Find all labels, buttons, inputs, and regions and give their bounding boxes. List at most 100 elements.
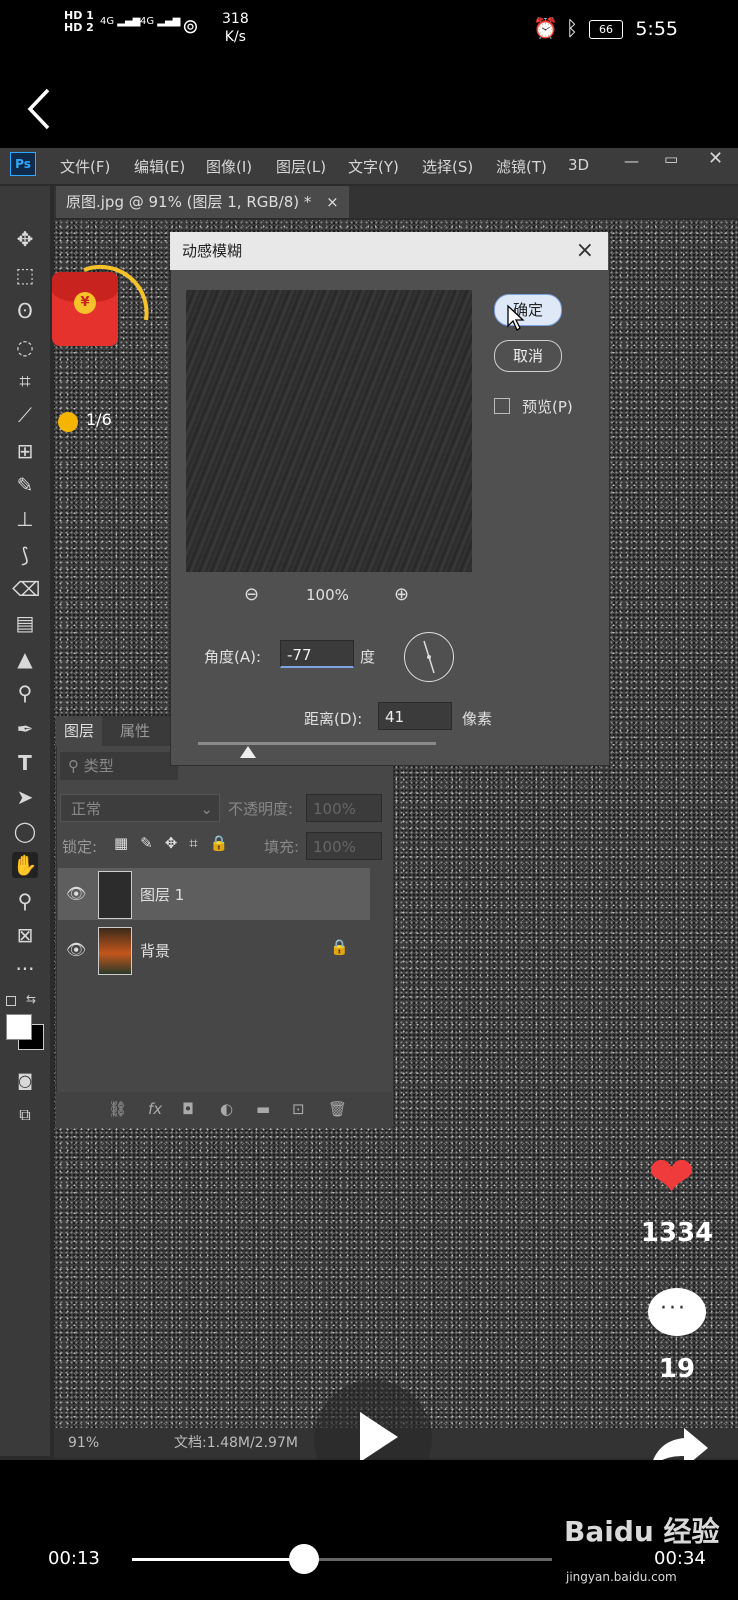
maximize-icon[interactable]: ▭ [664, 150, 678, 168]
more-tools-icon[interactable]: ··· [12, 956, 38, 982]
dodge-tool-icon[interactable]: ⚲ [12, 680, 38, 706]
move-tool-icon[interactable]: ✥ [12, 226, 38, 252]
cancel-button[interactable]: 取消 [494, 340, 562, 372]
menu-image[interactable]: 图像(I) [206, 156, 252, 177]
foreground-color-swatch[interactable] [6, 1014, 32, 1040]
hand-tool-icon[interactable]: ✋ [12, 852, 38, 878]
angle-value: -77 [287, 646, 312, 664]
layer-row[interactable]: 👁 背景 🔒 [58, 924, 370, 976]
healing-tool-icon[interactable]: ⊞ [12, 438, 38, 464]
layer-search-input[interactable]: ⚲ 类型 [60, 752, 178, 780]
link-layers-icon[interactable]: ⛓ [108, 1100, 127, 1118]
mask-icon[interactable]: ◘ [182, 1100, 194, 1118]
screen-mode-icon[interactable]: ⧉ [12, 1102, 38, 1128]
tab-properties[interactable]: 属性 [112, 716, 158, 746]
sim-indicators: HD 1 HD 2 [64, 10, 94, 34]
angle-dial[interactable] [404, 632, 454, 682]
menu-edit[interactable]: 编辑(E) [134, 156, 185, 177]
pen-tool-icon[interactable]: ✒ [12, 716, 38, 742]
dialog-title: 动感模糊 [182, 242, 243, 260]
fx-icon[interactable]: fx [148, 1100, 162, 1118]
marquee-tool-icon[interactable]: ⬚ [12, 262, 38, 288]
distance-slider[interactable] [198, 742, 436, 745]
progress-fill [132, 1558, 305, 1561]
swap-colors-icon[interactable]: ⇆ [26, 992, 36, 1006]
window-close-icon[interactable]: ✕ [708, 148, 723, 169]
quick-mask-icon[interactable]: ◙ [12, 1068, 38, 1094]
opacity-label: 不透明度: [228, 800, 294, 818]
angle-unit: 度 [360, 648, 376, 666]
group-folder-icon[interactable]: ▬ [256, 1100, 270, 1118]
menu-type[interactable]: 文字(Y) [348, 156, 399, 177]
preview-checkbox[interactable] [494, 398, 510, 414]
blur-preview[interactable] [186, 290, 472, 572]
opacity-input[interactable]: 100% [306, 794, 382, 822]
status-doc-size: 文档:1.48M/2.97M [174, 1435, 298, 1451]
blur-tool-icon[interactable]: ▲ [12, 646, 38, 672]
ok-button[interactable]: 确定 [494, 294, 562, 326]
document-tab[interactable]: 原图.jpg @ 91% (图层 1, RGB/8) * × [56, 186, 349, 218]
menu-3d[interactable]: 3D [568, 156, 589, 174]
tab-layers[interactable]: 图层 [56, 716, 103, 746]
crop-tool-icon[interactable]: ⌗ [12, 368, 38, 394]
trash-icon[interactable]: 🗑 [328, 1100, 347, 1118]
dialog-close-icon[interactable]: × [576, 232, 594, 270]
artboard-tool-icon[interactable]: ⊠ [12, 922, 38, 948]
menu-layer[interactable]: 图层(L) [276, 156, 326, 177]
watermark-url: jingyan.baidu.com [566, 1570, 677, 1584]
status-zoom: 91% [68, 1435, 100, 1451]
clock: 5:55 [635, 18, 678, 40]
menu-select[interactable]: 选择(S) [422, 156, 473, 177]
eyedropper-tool-icon[interactable]: ⟋ [12, 402, 38, 428]
bluetooth-icon: ᛒ [566, 16, 578, 40]
document-tab-title: 原图.jpg @ 91% (图层 1, RGB/8) * [66, 193, 312, 211]
zoom-tool-icon[interactable]: ⚲ [12, 888, 38, 914]
eye-icon[interactable]: 👁 [66, 884, 86, 903]
gradient-tool-icon[interactable]: ▤ [12, 610, 38, 636]
zoom-in-icon[interactable]: ⊕ [394, 584, 409, 605]
eraser-tool-icon[interactable]: ⌫ [12, 576, 40, 602]
brush-tool-icon[interactable]: ✎ [12, 472, 38, 498]
red-packet-button[interactable]: ¥ [52, 272, 118, 346]
hotspot-icon: ⊚ [182, 14, 199, 38]
speed-unit: K/s [224, 29, 246, 45]
menu-filter[interactable]: 滤镜(T) [496, 156, 547, 177]
alarm-icon: ⏰ [533, 16, 558, 40]
adjustment-icon[interactable]: ◐ [220, 1100, 233, 1118]
lock-icon: 🔒 [330, 938, 349, 956]
speed-value: 318 [222, 11, 249, 27]
stamp-tool-icon[interactable]: ⊥ [12, 506, 38, 532]
like-button[interactable]: ❤ [648, 1150, 695, 1206]
back-button[interactable] [22, 84, 62, 134]
angle-input[interactable]: -77 [280, 640, 354, 668]
tab-close-icon[interactable]: × [326, 193, 339, 211]
quick-select-tool-icon[interactable]: ◌ [12, 334, 38, 360]
lasso-tool-icon[interactable]: ʘ [12, 298, 38, 324]
layer-row[interactable]: 👁 图层 1 [58, 868, 370, 920]
lock-options-icons[interactable]: ▦✎✥⌗🔒 [114, 834, 240, 852]
distance-slider-thumb[interactable] [240, 746, 256, 758]
layer-name: 背景 [140, 942, 171, 960]
baidu-watermark: Baidu 经验 [564, 1515, 720, 1548]
ellipse-tool-icon[interactable]: ◯ [12, 818, 38, 844]
new-layer-icon[interactable]: ⊡ [292, 1100, 305, 1118]
path-select-tool-icon[interactable]: ➤ [12, 784, 38, 810]
distance-input[interactable]: 41 [378, 702, 452, 730]
default-colors-icon[interactable] [6, 996, 16, 1006]
menu-file[interactable]: 文件(F) [60, 156, 110, 177]
fill-input[interactable]: 100% [306, 832, 382, 860]
eye-icon[interactable]: 👁 [66, 940, 86, 959]
minimize-icon[interactable]: — [624, 152, 639, 170]
opacity-value: 100% [313, 800, 356, 818]
distance-unit: 像素 [462, 710, 493, 728]
comment-button[interactable]: ··· [648, 1288, 706, 1336]
history-brush-tool-icon[interactable]: ⟆ [12, 542, 38, 568]
chevron-left-icon [27, 88, 50, 130]
ps-logo: Ps [10, 152, 36, 176]
blend-mode-select[interactable]: 正常 ⌄ [60, 794, 220, 822]
progress-thumb[interactable] [289, 1544, 320, 1574]
search-icon: ⚲ [68, 757, 84, 775]
signal-icon: 4G ▂▄▆ [140, 16, 181, 27]
type-tool-icon[interactable]: T [12, 750, 38, 776]
zoom-out-icon[interactable]: ⊖ [244, 584, 259, 605]
